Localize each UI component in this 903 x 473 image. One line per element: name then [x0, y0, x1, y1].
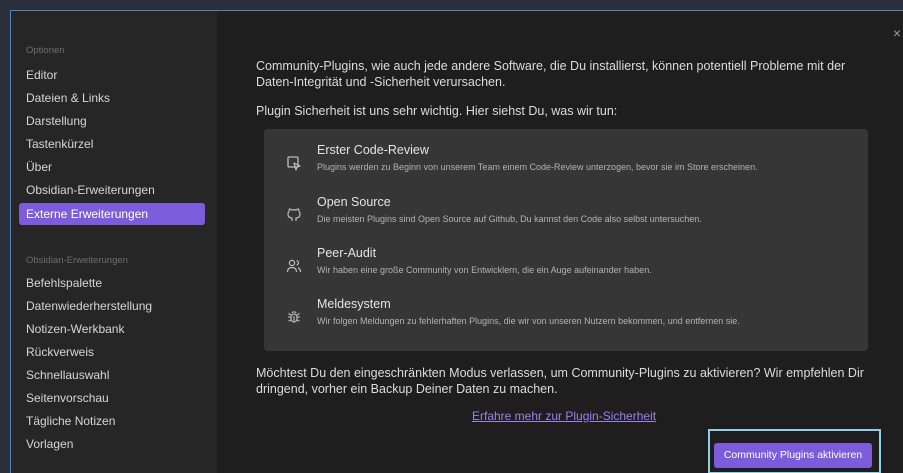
- sidebar-item-daily-notes[interactable]: Tägliche Notizen: [19, 410, 205, 432]
- feature-description: Wir folgen Meldungen zu fehlerhaften Plu…: [317, 316, 740, 326]
- feature-description: Plugins werden zu Beginn von unserem Tea…: [317, 162, 758, 172]
- github-icon: [287, 208, 301, 221]
- feature-open-source: Open Source Die meisten Plugins sind Ope…: [264, 195, 864, 241]
- sidebar-section-core-plugins-title: Obsidian-Erweiterungen: [26, 255, 128, 266]
- activate-community-plugins-button[interactable]: Community Plugins aktivieren: [714, 443, 872, 468]
- sidebar-item-editor[interactable]: Editor: [19, 64, 205, 86]
- feature-reporting-system: Meldesystem Wir folgen Meldungen zu fehl…: [264, 297, 864, 343]
- sidebar-item-command-palette[interactable]: Befehlspalette: [19, 272, 205, 294]
- intro-text: Community-Plugins, wie auch jede andere …: [256, 58, 866, 90]
- feature-peer-audit: Peer-Audit Wir haben eine große Communit…: [264, 246, 864, 292]
- users-icon: [286, 259, 302, 273]
- sidebar-item-about[interactable]: Über: [19, 156, 205, 178]
- feature-title: Peer-Audit: [317, 246, 377, 260]
- sidebar-item-appearance[interactable]: Darstellung: [19, 110, 205, 132]
- close-icon[interactable]: ×: [893, 25, 901, 41]
- intro-line-1: Community-Plugins, wie auch jede andere …: [256, 59, 846, 73]
- sidebar-item-page-preview[interactable]: Seitenvorschau: [19, 387, 205, 409]
- sidebar-item-files-links[interactable]: Dateien & Links: [19, 87, 205, 109]
- sidebar-item-backlinks[interactable]: Rückverweis: [19, 341, 205, 363]
- feature-title: Erster Code-Review: [317, 143, 429, 157]
- sidebar-item-core-plugins[interactable]: Obsidian-Erweiterungen: [19, 179, 205, 201]
- sidebar-item-community-plugins[interactable]: Externe Erweiterungen: [19, 203, 205, 225]
- learn-more-link[interactable]: Erfahre mehr zur Plugin-Sicherheit: [472, 409, 656, 423]
- sidebar-item-templates[interactable]: Vorlagen: [19, 433, 205, 455]
- question-line-2: dringend, vorher ein Backup Deiner Daten…: [256, 382, 558, 396]
- sidebar-item-quick-switcher[interactable]: Schnellauswahl: [19, 364, 205, 386]
- feature-description: Wir haben eine große Community von Entwi…: [317, 265, 652, 275]
- settings-modal: Optionen Editor Dateien & Links Darstell…: [10, 10, 903, 473]
- intro-line-2: Daten-Integrität und -Sicherheit verursa…: [256, 75, 506, 89]
- review-icon: [287, 156, 301, 171]
- bug-icon: [288, 311, 300, 323]
- activate-button-highlight: Community Plugins aktivieren: [708, 429, 881, 473]
- feature-title: Meldesystem: [317, 297, 391, 311]
- activation-question-text: Möchtest Du den eingeschränkten Modus ve…: [256, 365, 866, 397]
- question-line-1: Möchtest Du den eingeschränkten Modus ve…: [256, 366, 864, 380]
- security-features-card: Erster Code-Review Plugins werden zu Beg…: [264, 129, 868, 351]
- sidebar-section-options-title: Optionen: [26, 45, 65, 56]
- feature-code-review: Erster Code-Review Plugins werden zu Beg…: [264, 143, 864, 189]
- sidebar-item-note-composer[interactable]: Notizen-Werkbank: [19, 318, 205, 340]
- security-intro-text: Plugin Sicherheit ist uns sehr wichtig. …: [256, 104, 618, 118]
- feature-description: Die meisten Plugins sind Open Source auf…: [317, 214, 702, 224]
- sidebar-item-file-recovery[interactable]: Datenwiederherstellung: [19, 295, 205, 317]
- sidebar-item-hotkeys[interactable]: Tastenkürzel: [19, 133, 205, 155]
- feature-title: Open Source: [317, 195, 391, 209]
- settings-sidebar: Optionen Editor Dateien & Links Darstell…: [11, 11, 217, 473]
